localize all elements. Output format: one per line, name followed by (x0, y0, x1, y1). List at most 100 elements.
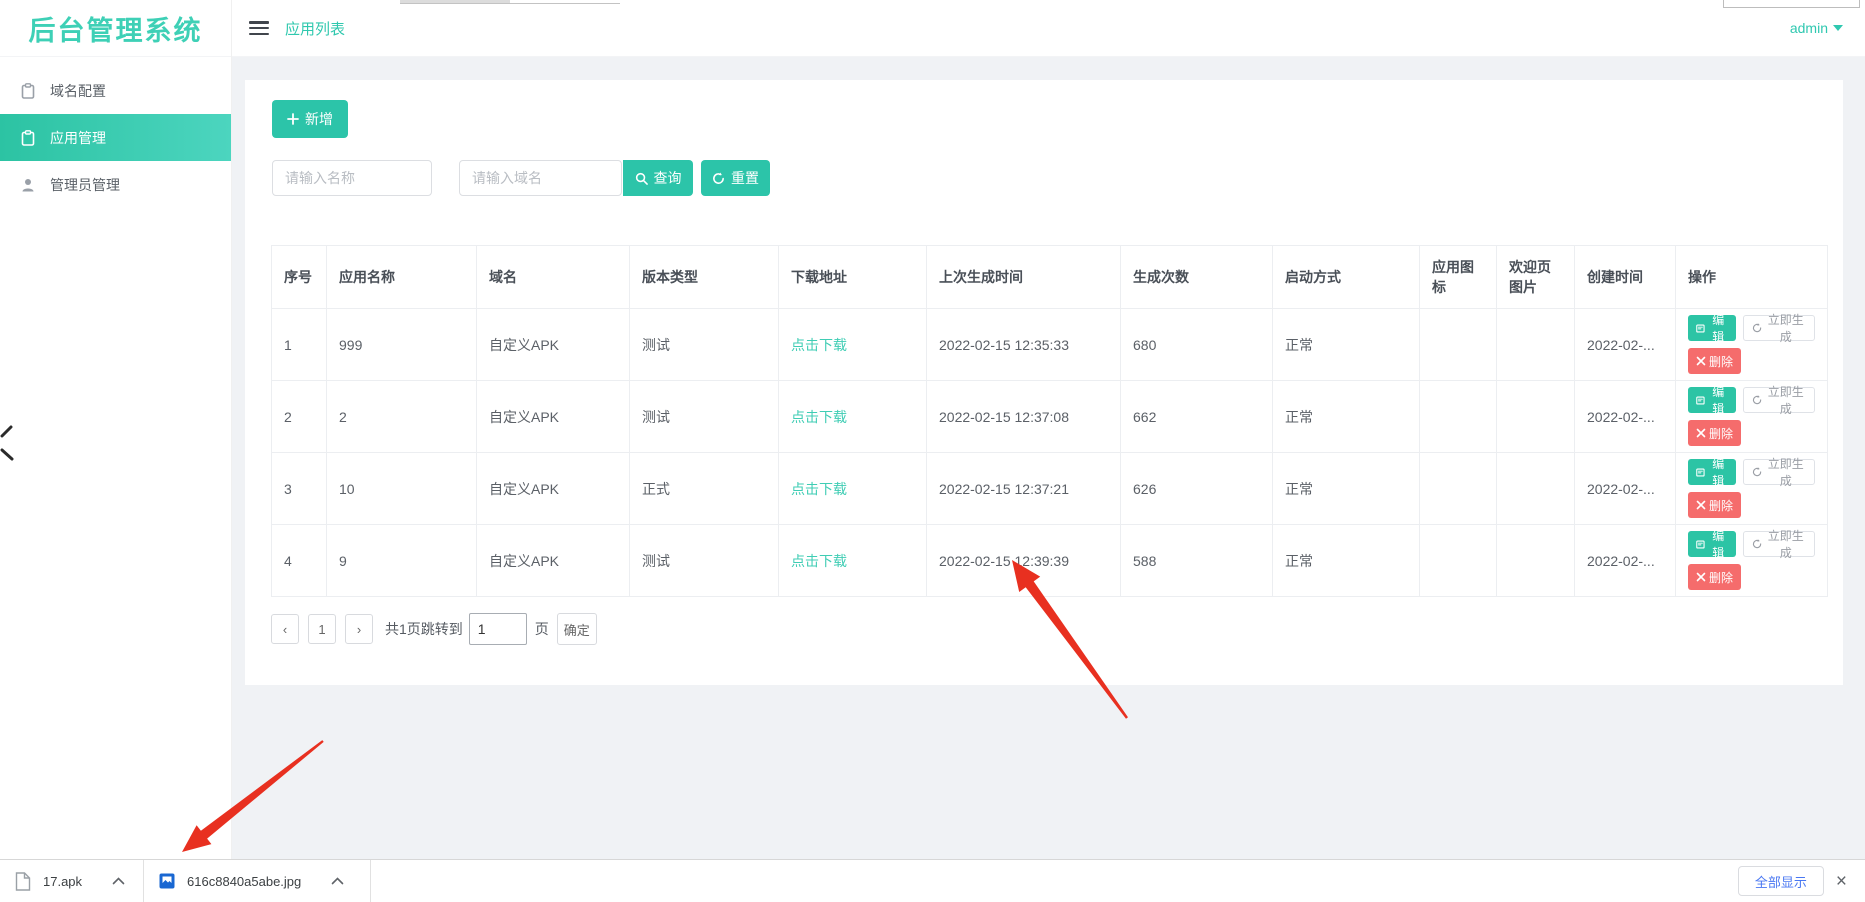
cell-actions: 编辑 立即生成 删除 (1676, 525, 1828, 597)
delete-button[interactable]: 删除 (1688, 492, 1741, 518)
cell-welcome-image (1497, 453, 1575, 525)
delete-button[interactable]: 删除 (1688, 420, 1741, 446)
domain-input[interactable] (459, 160, 622, 196)
reset-button-label: 重置 (731, 168, 759, 188)
download-link[interactable]: 点击下载 (791, 409, 847, 425)
refresh-icon (712, 172, 725, 185)
search-button[interactable]: 查询 (623, 160, 693, 196)
cell-version-type: 测试 (630, 381, 779, 453)
image-icon (159, 873, 175, 889)
name-input[interactable] (272, 160, 432, 196)
delete-button-label: 删除 (1709, 569, 1733, 586)
sidebar-item-admin-management[interactable]: 管理员管理 (0, 161, 231, 208)
cell-no: 3 (272, 453, 327, 525)
topbar: 应用列表 admin (232, 0, 1865, 57)
app-list-panel: 新增 查询 重置 (245, 80, 1843, 685)
cell-app-icon (1420, 525, 1497, 597)
delete-button-label: 删除 (1709, 425, 1733, 442)
download-filename: 17.apk (43, 874, 82, 889)
table-row: 1 999 自定义APK 测试 点击下载 2022-02-15 12:35:33… (272, 309, 1828, 381)
file-icon (15, 872, 31, 891)
cell-created-time: 2022-02-... (1575, 453, 1676, 525)
jump-page-input[interactable] (469, 613, 527, 645)
col-header: 序号 (272, 246, 327, 309)
cell-welcome-image (1497, 381, 1575, 453)
download-link[interactable]: 点击下载 (791, 337, 847, 353)
add-button[interactable]: 新增 (272, 100, 348, 138)
download-link[interactable]: 点击下载 (791, 481, 847, 497)
col-header: 域名 (477, 246, 630, 309)
edit-button[interactable]: 编辑 (1688, 531, 1736, 557)
page-title: 应用列表 (285, 18, 345, 39)
chevron-up-icon[interactable] (112, 877, 125, 885)
cell-generate-count: 588 (1121, 525, 1273, 597)
cell-download: 点击下载 (779, 525, 927, 597)
cell-last-generated: 2022-02-15 12:37:08 (927, 381, 1121, 453)
cell-app-name: 2 (327, 381, 477, 453)
cell-domain: 自定义APK (477, 381, 630, 453)
edit-button[interactable]: 编辑 (1688, 387, 1736, 413)
col-header: 版本类型 (630, 246, 779, 309)
cell-version-type: 测试 (630, 525, 779, 597)
cell-last-generated: 2022-02-15 12:37:21 (927, 453, 1121, 525)
page-number-button[interactable]: 1 (308, 614, 336, 644)
divider (370, 860, 371, 902)
reset-button[interactable]: 重置 (701, 160, 770, 196)
sidebar: 后台管理系统 域名配置 应用管理 管理员管理 (0, 0, 232, 859)
plus-icon (287, 113, 299, 125)
generate-button-label: 立即生成 (1765, 455, 1806, 489)
chevron-up-icon[interactable] (331, 877, 344, 885)
cell-domain: 自定义APK (477, 453, 630, 525)
edit-button[interactable]: 编辑 (1688, 459, 1736, 485)
cell-boot-mode: 正常 (1273, 525, 1420, 597)
cell-download: 点击下载 (779, 309, 927, 381)
close-icon (1696, 572, 1706, 582)
edit-button-label: 编辑 (1708, 383, 1728, 417)
download-item-jpg[interactable]: 616c8840a5abe.jpg (144, 860, 370, 902)
cell-created-time: 2022-02-... (1575, 309, 1676, 381)
caret-down-icon (1833, 25, 1843, 31)
table-header-row: 序号 应用名称 域名 版本类型 下载地址 上次生成时间 生成次数 启动方式 应用… (272, 246, 1828, 309)
search-toolbar: 查询 重置 (272, 160, 770, 196)
page-unit-label: 页 (535, 619, 549, 639)
table-row: 4 9 自定义APK 测试 点击下载 2022-02-15 12:39:39 5… (272, 525, 1828, 597)
top-edge-line (400, 3, 620, 4)
cell-boot-mode: 正常 (1273, 309, 1420, 381)
refresh-icon (1752, 322, 1762, 334)
clipboard-icon (20, 83, 36, 99)
pagination: ‹ 1 › 共1页跳转到 页 确定 (271, 613, 597, 645)
user-dropdown[interactable]: admin (1790, 20, 1843, 36)
close-download-bar-icon[interactable]: × (1836, 872, 1847, 891)
generate-now-button[interactable]: 立即生成 (1743, 459, 1815, 485)
cell-version-type: 正式 (630, 453, 779, 525)
generate-now-button[interactable]: 立即生成 (1743, 387, 1815, 413)
delete-button-label: 删除 (1709, 497, 1733, 514)
col-header: 启动方式 (1273, 246, 1420, 309)
refresh-icon (1752, 538, 1762, 550)
prev-page-button[interactable]: ‹ (271, 614, 299, 644)
cell-domain: 自定义APK (477, 525, 630, 597)
delete-button[interactable]: 删除 (1688, 348, 1741, 374)
show-all-downloads-button[interactable]: 全部显示 (1738, 866, 1824, 896)
col-header: 生成次数 (1121, 246, 1273, 309)
generate-now-button[interactable]: 立即生成 (1743, 315, 1815, 341)
edit-button[interactable]: 编辑 (1688, 315, 1736, 341)
next-page-button[interactable]: › (345, 614, 373, 644)
edit-button-label: 编辑 (1708, 527, 1728, 561)
cell-welcome-image (1497, 309, 1575, 381)
cell-domain: 自定义APK (477, 309, 630, 381)
hamburger-menu-icon[interactable] (249, 21, 269, 35)
generate-now-button[interactable]: 立即生成 (1743, 531, 1815, 557)
delete-button[interactable]: 删除 (1688, 564, 1741, 590)
cell-created-time: 2022-02-... (1575, 381, 1676, 453)
edit-icon (1696, 395, 1705, 406)
sidebar-item-label: 应用管理 (50, 128, 106, 148)
clipboard-icon (20, 130, 36, 146)
sidebar-item-app-management[interactable]: 应用管理 (0, 114, 231, 161)
confirm-jump-button[interactable]: 确定 (557, 613, 597, 645)
download-item-apk[interactable]: 17.apk (0, 860, 143, 902)
download-link[interactable]: 点击下载 (791, 553, 847, 569)
add-button-label: 新增 (305, 109, 333, 129)
cell-download: 点击下载 (779, 381, 927, 453)
sidebar-item-domain-config[interactable]: 域名配置 (0, 67, 231, 114)
